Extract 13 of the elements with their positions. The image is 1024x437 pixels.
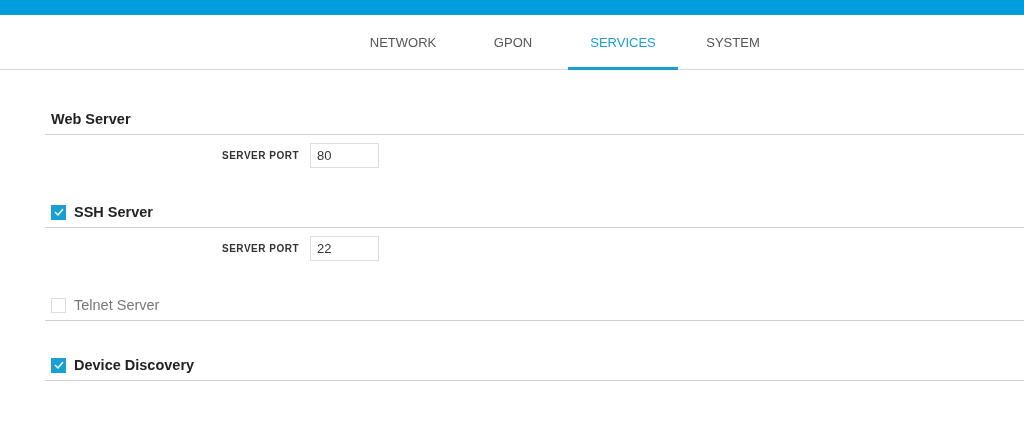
section-title: Telnet Server [74,297,160,313]
field-label: SERVER PORT [221,243,299,254]
checkbox[interactable] [51,357,66,373]
checkbox[interactable] [51,204,66,220]
section-title: Device Discovery [74,357,195,373]
port-field[interactable]: 80 [310,143,379,168]
section-title: Web Server [51,111,131,127]
section-title: SSH Server [74,204,153,220]
field-label: SERVER PORT [221,150,299,161]
port-field[interactable]: 22 [310,236,379,261]
tab[interactable]: SYSTEM [678,15,788,70]
tab[interactable]: NETWORK [348,15,458,70]
tab[interactable]: GPON [458,15,568,70]
